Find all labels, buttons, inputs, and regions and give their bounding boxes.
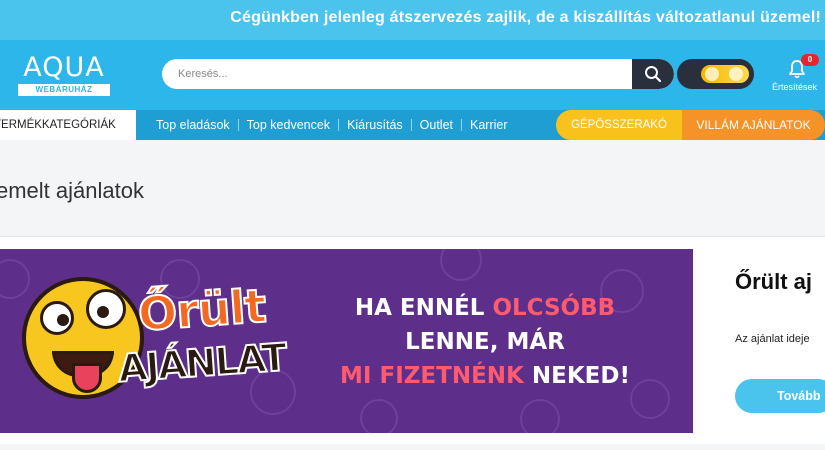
header: AQUA WEBÁRUHÁZ 0 Értesítések — [0, 40, 825, 110]
theme-toggle[interactable] — [677, 59, 754, 89]
logo[interactable]: AQUA WEBÁRUHÁZ — [18, 54, 110, 98]
sun-icon — [729, 67, 743, 81]
categories-button[interactable]: TERMÉKKATEGÓRIÁK — [0, 110, 136, 140]
slogan-part: HA ENNÉL — [354, 295, 493, 321]
search-button[interactable] — [632, 59, 674, 89]
nav-link-karrier[interactable]: Karrier — [462, 118, 516, 132]
tovabb-button[interactable]: Tovább — [735, 379, 825, 413]
notifications-label: Értesítések — [772, 82, 818, 92]
slogan-highlight: MI FIZETNÉNK — [340, 363, 524, 389]
search-input[interactable] — [162, 59, 632, 89]
nav-link-top-eladasok[interactable]: Top eladások — [148, 118, 238, 132]
nav-links: Top eladások Top kedvencek Kiárusítás Ou… — [148, 110, 516, 140]
pattern-circle — [0, 259, 30, 299]
nav-link-kiarusitas[interactable]: Kiárusítás — [339, 118, 411, 132]
pupil — [57, 314, 69, 326]
page-title: emelt ajánlatok — [0, 178, 144, 203]
pattern-circle — [440, 249, 482, 281]
search-icon — [645, 66, 662, 83]
villam-ajanlatok-button[interactable]: VILLÁM AJÁNLATOK — [682, 110, 825, 140]
notifications-button[interactable]: 0 Értesítések — [768, 54, 825, 98]
slogan-highlight: OLCSÓBB — [492, 295, 616, 321]
main-nav: TERMÉKKATEGÓRIÁK Top eladások Top kedven… — [0, 110, 825, 140]
slogan-part: NEKED! — [523, 363, 630, 389]
logo-subtitle: WEBÁRUHÁZ — [18, 84, 110, 96]
search-box — [162, 59, 674, 89]
pupil — [97, 306, 109, 318]
left-eye — [40, 301, 74, 335]
brand-word-orult: Őrült — [135, 278, 268, 343]
offer-card: Őrült AJÁNLAT HA ENNÉL OLCSÓBB LENNE, MÁ… — [0, 236, 825, 444]
offer-text: Az ajánlat ideje — [735, 333, 810, 345]
promo-banner[interactable]: Őrült AJÁNLAT HA ENNÉL OLCSÓBB LENNE, MÁ… — [0, 249, 693, 433]
slogan-part: LENNE, MÁR — [405, 329, 565, 355]
nav-link-top-kedvencek[interactable]: Top kedvencek — [239, 118, 338, 132]
offer-title: Őrült aj — [735, 269, 813, 294]
tongue — [72, 363, 102, 393]
logo-text: AQUA — [23, 52, 105, 83]
announcement-bar: Cégünkben jelenleg átszervezés zajlik, d… — [0, 0, 825, 40]
moon-icon — [705, 67, 719, 81]
banner-slogan: HA ENNÉL OLCSÓBB LENNE, MÁR MI FIZETNÉNK… — [290, 291, 680, 393]
right-eye — [86, 289, 126, 329]
pattern-circle — [360, 399, 398, 433]
notification-badge: 0 — [801, 54, 819, 66]
nav-link-outlet[interactable]: Outlet — [412, 118, 461, 132]
pattern-circle — [520, 399, 560, 433]
gepossze-button[interactable]: GÉPÖSSZERAKÓ — [556, 110, 682, 140]
